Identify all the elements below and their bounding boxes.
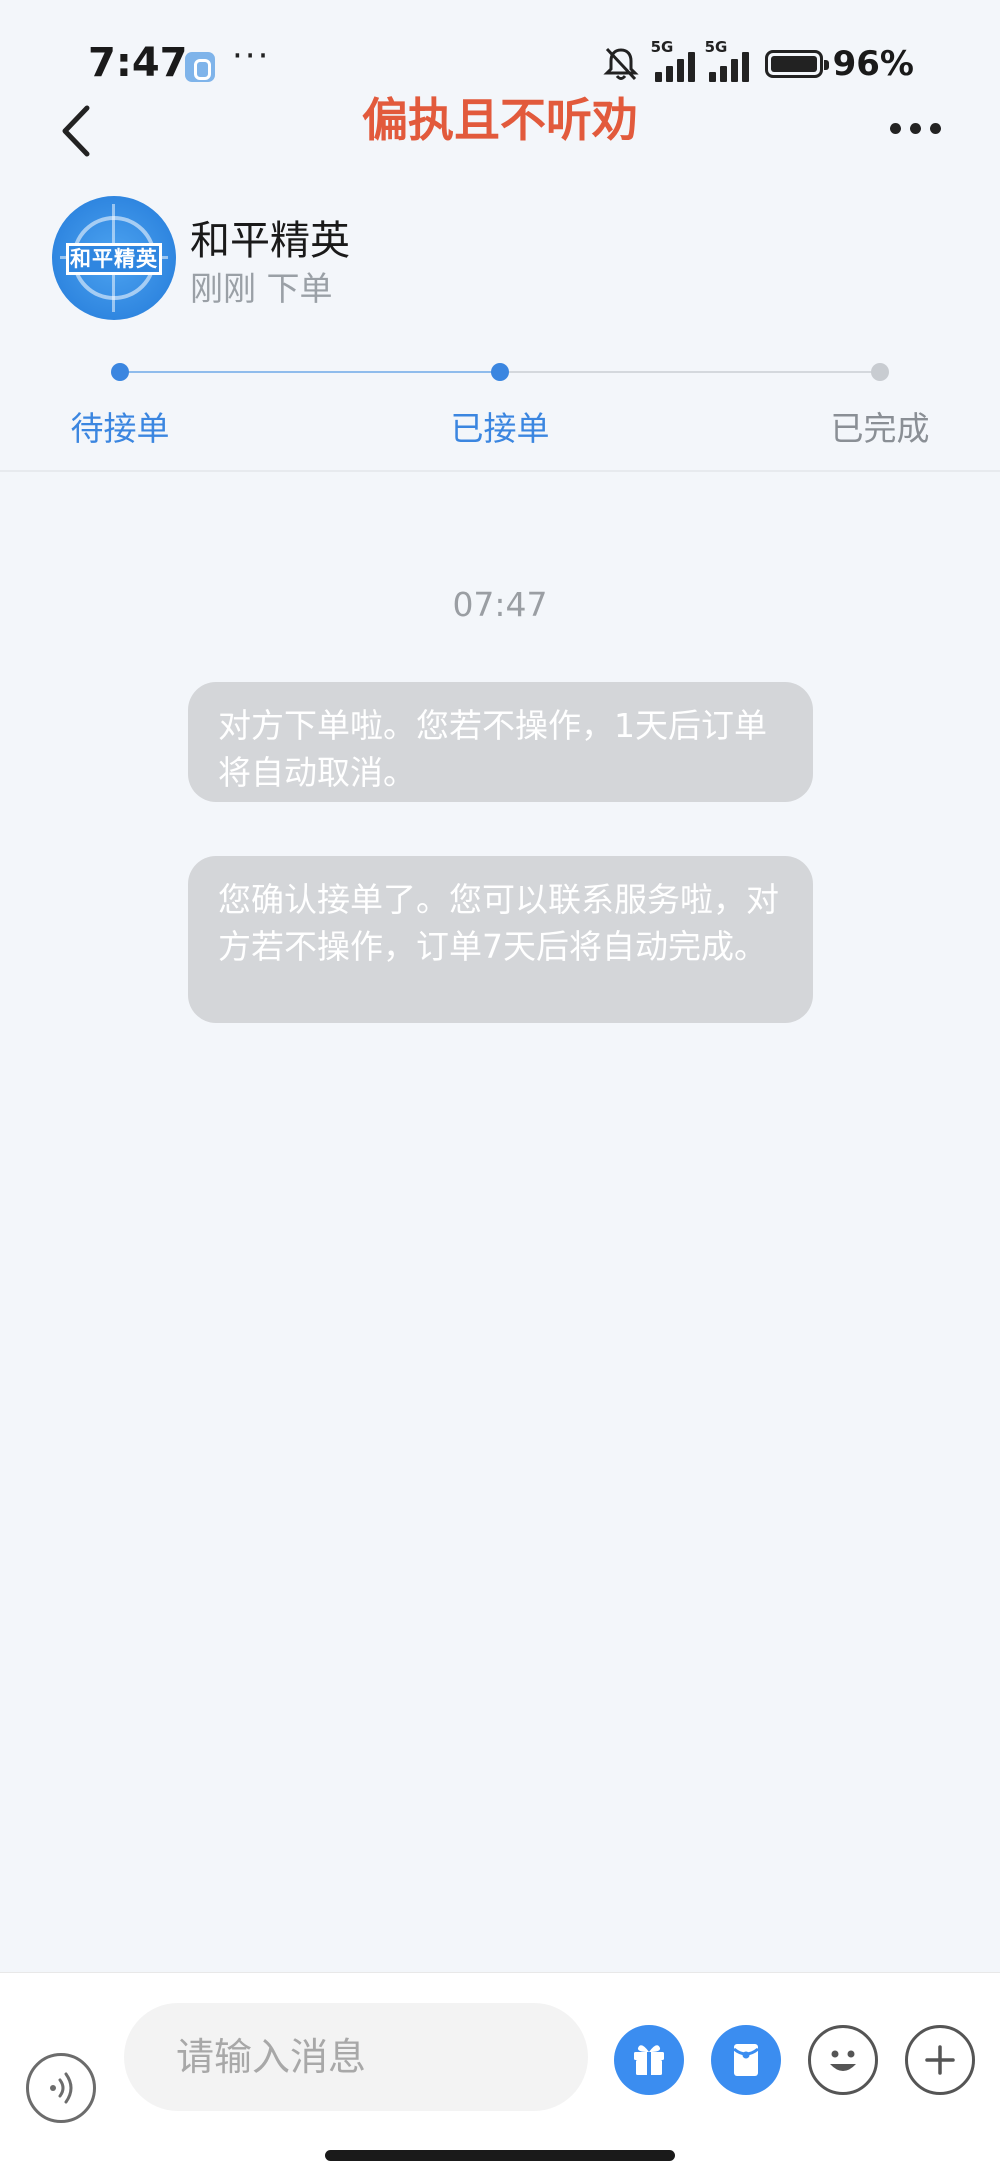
game-logo: 和平精英 <box>52 196 176 320</box>
order-status-meta: 刚刚 下单 <box>190 269 333 308</box>
progress-track-pending <box>500 371 880 373</box>
progress-label-accepted: 已接单 <box>450 409 550 448</box>
battery-icon <box>764 50 829 78</box>
progress-dot-step-1 <box>111 363 129 381</box>
progress-label-completed: 已完成 <box>830 409 930 448</box>
chat-order-page: 7:47 ··· 5G 5G 96% 偏执且不听劝 和平精英 和平精英 刚刚 下… <box>0 0 1000 2177</box>
message-input[interactable] <box>124 2003 588 2111</box>
chat-timestamp: 07:47 <box>452 585 548 624</box>
game-name: 和平精英 <box>190 218 350 264</box>
navigation-bar: 偏执且不听劝 <box>0 90 1000 200</box>
emoji-button[interactable] <box>808 2025 878 2095</box>
notification-app-icon <box>185 52 215 82</box>
signal-icon-sim1: 5G <box>651 38 695 82</box>
bell-muted-icon <box>602 47 639 81</box>
gift-icon <box>634 2045 664 2075</box>
header-divider <box>0 470 1000 472</box>
voice-icon <box>50 2072 73 2104</box>
progress-label-pending-accept: 待接单 <box>70 409 170 448</box>
plus-icon <box>925 2045 955 2075</box>
status-time: 7:47 <box>88 40 188 86</box>
more-dot-icon <box>929 122 941 134</box>
status-more-indicator: ··· <box>232 36 271 76</box>
message-input-bar <box>0 1972 1000 2177</box>
voice-button[interactable] <box>26 2053 96 2123</box>
signal-icon-sim2: 5G <box>705 38 749 82</box>
progress-track-done <box>120 371 500 373</box>
order-header[interactable]: 和平精英 和平精英 刚刚 下单 <box>52 196 952 321</box>
network-type-2: 5G <box>704 38 728 56</box>
status-indicators: 5G 5G 96% <box>601 38 914 84</box>
game-logo-text: 和平精英 <box>66 243 162 275</box>
more-dot-icon <box>889 122 901 134</box>
chevron-left-icon <box>62 105 90 157</box>
more-options-button[interactable] <box>875 98 955 158</box>
page-title: 偏执且不听劝 <box>362 93 638 147</box>
order-progress: 待接单 已接单 已完成 <box>0 350 1000 460</box>
more-dot-icon <box>909 122 921 134</box>
home-indicator[interactable] <box>325 2150 675 2161</box>
system-message: 对方下单啦。您若不操作，1天后订单将自动取消。 <box>188 682 813 802</box>
battery-percentage: 96% <box>832 44 914 84</box>
back-button[interactable] <box>45 96 115 166</box>
more-actions-button[interactable] <box>905 2025 975 2095</box>
emoji-icon <box>830 2050 856 2071</box>
system-message: 您确认接单了。您可以联系服务啦，对方若不操作，订单7天后将自动完成。 <box>188 856 813 1023</box>
red-packet-button[interactable] <box>711 2025 781 2095</box>
red-packet-icon <box>733 2044 759 2076</box>
progress-dot-step-3 <box>871 363 889 381</box>
progress-dot-step-2 <box>491 363 509 381</box>
gift-button[interactable] <box>614 2025 684 2095</box>
network-type-1: 5G <box>650 38 674 56</box>
